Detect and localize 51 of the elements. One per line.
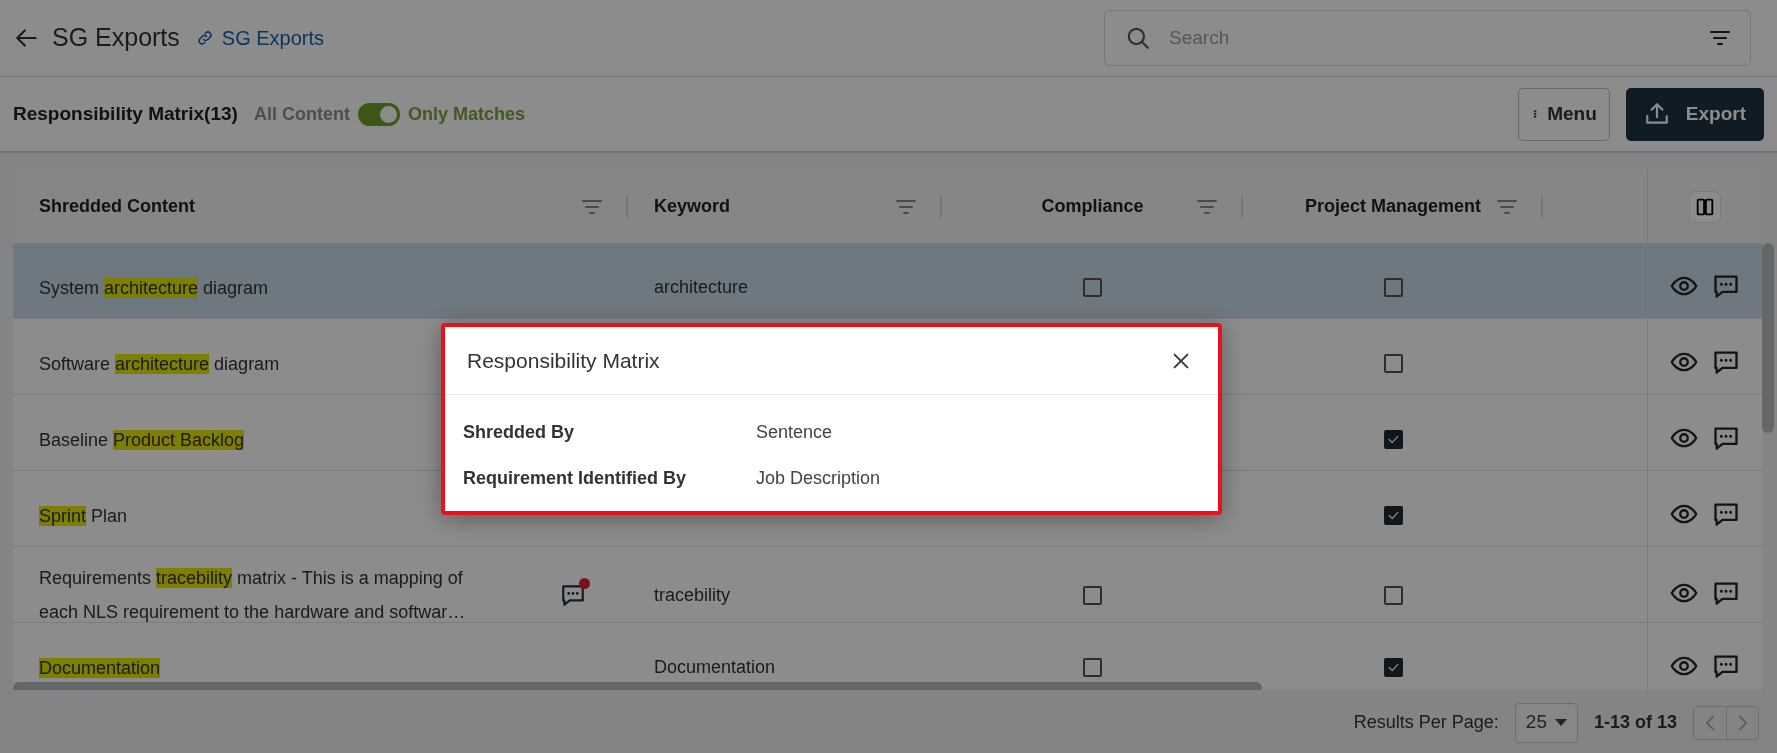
export-button[interactable]: Export [1625, 87, 1764, 141]
table-cell-text: Documentation [654, 656, 776, 679]
checkbox[interactable] [1083, 278, 1102, 297]
checkbox[interactable] [1383, 658, 1403, 677]
chevron-right-icon [1738, 714, 1747, 731]
table-row[interactable]: Requirements tracebility matrix - This is a mapping of each NLS requirement to the hardware and softwar… tracebility [13, 547, 1762, 623]
page-size-select[interactable]: 25 [1514, 702, 1578, 743]
menu-button[interactable]: Menu [1518, 87, 1610, 141]
checkbox[interactable] [1383, 585, 1403, 605]
search-bar[interactable]: Search [1104, 10, 1751, 66]
upload-icon [1643, 101, 1670, 127]
pagination-label: Results Per Page: [1353, 711, 1499, 734]
toggle-label: All Content [253, 102, 350, 126]
table-cell-text: tracebility [654, 583, 731, 607]
page-title: SG Exports [52, 22, 180, 54]
column-header: Project Management [1304, 195, 1481, 218]
table-row[interactable]: System architecture diagram architecture [13, 243, 1762, 319]
comment-icon[interactable] [560, 582, 586, 608]
checkbox[interactable] [1383, 506, 1403, 525]
field-label: Requirement Identified By [463, 466, 688, 490]
vertical-scrollbar[interactable] [1762, 243, 1774, 433]
checkbox[interactable] [1383, 278, 1403, 297]
column-header: Shredded Content [39, 195, 195, 218]
modal-title: Responsibility Matrix [467, 347, 660, 374]
search-field[interactable]: Search [1167, 22, 1690, 54]
toggle-switch[interactable] [357, 102, 400, 126]
table-cell-text: Baseline Product Backlog [39, 428, 245, 452]
field-label: Shredded By [463, 420, 576, 444]
table-cell-text: Documentation [39, 656, 161, 680]
table-cell-text: Software architecture diagram [39, 352, 280, 376]
columns-button[interactable] [1689, 190, 1721, 223]
table-cell-text: Requirements tracebility matrix - This is a mapping of each NLS requirement to the hardware and softwar… [39, 567, 466, 624]
link-icon [195, 29, 214, 47]
search-icon [1125, 25, 1151, 51]
chevron-left-icon [1705, 714, 1715, 731]
checkbox[interactable] [1083, 585, 1102, 605]
checkbox[interactable] [1383, 354, 1403, 373]
link[interactable]: SG Exports [195, 23, 325, 53]
checkbox[interactable] [1383, 430, 1403, 449]
toggle-label: Only Matches [407, 102, 525, 126]
field-value: Job Description [756, 466, 881, 490]
column-header: Keyword [654, 195, 731, 218]
table-cell-text: System architecture diagram [39, 276, 269, 300]
table-cell-text: Sprint Plan [39, 504, 128, 528]
column-header: Compliance [1041, 195, 1144, 218]
section-title: Responsibility Matrix(13) [13, 101, 238, 126]
checkbox[interactable] [1083, 658, 1102, 677]
table-cell-text: architecture [654, 276, 749, 299]
page-range: 1-13 of 13 [1593, 711, 1677, 734]
field-value: Sentence [756, 420, 833, 444]
caret-icon [1554, 719, 1567, 726]
